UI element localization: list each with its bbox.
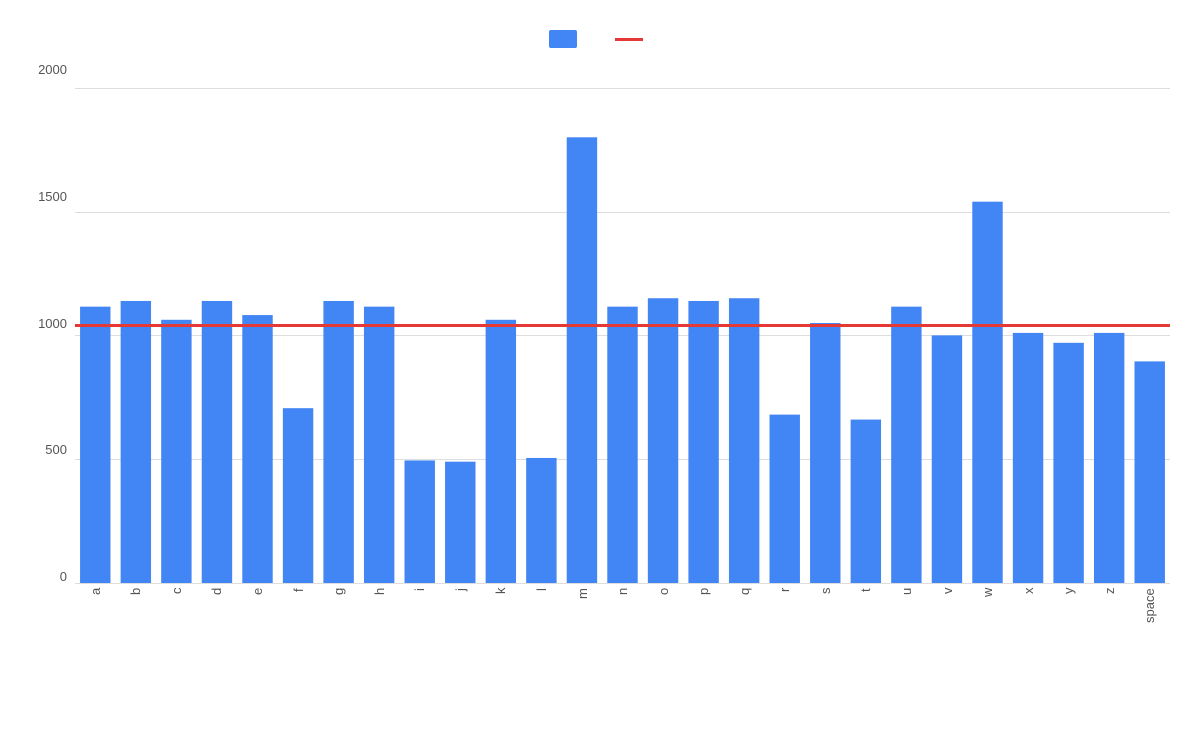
x-axis-label: o xyxy=(656,588,671,623)
x-label-container: a xyxy=(75,583,116,623)
bar-rect xyxy=(770,415,800,583)
bar-rect xyxy=(891,307,921,583)
y-axis-label: 1000 xyxy=(38,317,67,330)
bar-rect xyxy=(688,301,718,583)
x-axis-label: l xyxy=(534,588,549,623)
bar-rect xyxy=(283,408,313,583)
x-axis-label: m xyxy=(575,588,590,623)
y-axis-label: 500 xyxy=(45,443,67,456)
x-axis-label: q xyxy=(737,588,752,623)
y-axis-label: 1500 xyxy=(38,190,67,203)
legend-line-item xyxy=(615,38,651,41)
bar-rect xyxy=(202,301,232,583)
x-label-container: n xyxy=(602,583,643,623)
x-axis-label: x xyxy=(1021,588,1036,623)
x-label-container: o xyxy=(643,583,684,623)
legend-line-icon xyxy=(615,38,643,41)
bar-rect xyxy=(526,458,556,583)
x-axis-label: d xyxy=(209,588,224,623)
bar-rect xyxy=(121,301,151,583)
x-axis: abcdefghijklmnopqrstuvwxyz space xyxy=(75,583,1170,623)
legend xyxy=(20,30,1180,48)
x-label-container: j xyxy=(440,583,481,623)
x-axis-label: b xyxy=(128,588,143,623)
x-label-container: s xyxy=(805,583,846,623)
x-axis-label: r xyxy=(777,588,792,623)
x-label-container: y xyxy=(1049,583,1090,623)
legend-bar-icon xyxy=(549,30,577,48)
x-axis-label: s xyxy=(818,588,833,623)
y-axis: 0 500 1000 1500 2000 xyxy=(20,63,75,583)
y-axis-label: 2000 xyxy=(38,63,67,76)
x-label-container: p xyxy=(683,583,724,623)
x-axis-label: u xyxy=(899,588,914,623)
x-axis-label: e xyxy=(250,588,265,623)
x-axis-label: space xyxy=(1142,588,1157,623)
x-label-container: g xyxy=(318,583,359,623)
x-axis-label: v xyxy=(940,588,955,623)
x-label-container: d xyxy=(197,583,238,623)
bar-rect xyxy=(729,298,759,583)
chart-container: 0 500 1000 1500 2000 abcdefghijklmnopqrstuvw… xyxy=(0,0,1200,742)
x-label-container: w xyxy=(967,583,1008,623)
x-label-container: u xyxy=(886,583,927,623)
bar-rect xyxy=(851,420,881,583)
bar-rect xyxy=(1135,361,1165,583)
x-axis-label: c xyxy=(169,588,184,623)
x-label-container: v xyxy=(927,583,968,623)
bar-rect xyxy=(1053,343,1083,583)
bar-rect xyxy=(607,307,637,583)
x-axis-label: h xyxy=(372,588,387,623)
x-label-container: m xyxy=(562,583,603,623)
bar-rect xyxy=(323,301,353,583)
x-axis-label: p xyxy=(696,588,711,623)
bar-rect xyxy=(648,298,678,583)
x-label-container: z xyxy=(1089,583,1130,623)
bar-rect xyxy=(80,307,110,583)
x-label-container: h xyxy=(359,583,400,623)
x-label-container: space xyxy=(1130,583,1171,623)
bars-chart xyxy=(75,63,1170,583)
bar-rect xyxy=(242,315,272,583)
chart-area: 0 500 1000 1500 2000 abcdefghijklmnopqrstuvw… xyxy=(20,63,1180,623)
x-axis-label: k xyxy=(493,588,508,623)
x-axis-label: g xyxy=(331,588,346,623)
x-label-container: e xyxy=(237,583,278,623)
bar-rect xyxy=(161,320,191,583)
bar-rect xyxy=(486,320,516,583)
x-label-container: c xyxy=(156,583,197,623)
plot-area xyxy=(75,63,1170,583)
legend-bar-item xyxy=(549,30,585,48)
x-label-container: l xyxy=(521,583,562,623)
bar-rect xyxy=(972,202,1002,583)
x-axis-label: n xyxy=(615,588,630,623)
x-label-container: f xyxy=(278,583,319,623)
bar-rect xyxy=(932,335,962,583)
x-label-container: k xyxy=(481,583,522,623)
x-axis-label: t xyxy=(858,588,873,623)
x-label-container: q xyxy=(724,583,765,623)
bar-rect xyxy=(405,460,435,583)
x-axis-label: y xyxy=(1061,588,1076,623)
y-axis-label: 0 xyxy=(60,570,67,583)
x-axis-label: w xyxy=(980,588,995,623)
bar-rect xyxy=(364,307,394,583)
x-label-container: r xyxy=(765,583,806,623)
x-label-container: x xyxy=(1008,583,1049,623)
x-label-container: i xyxy=(400,583,441,623)
bar-rect xyxy=(1013,333,1043,583)
x-axis-label: a xyxy=(88,588,103,623)
x-label-container: t xyxy=(846,583,887,623)
bar-rect xyxy=(810,323,840,583)
bar-rect xyxy=(1094,333,1124,583)
x-axis-label: j xyxy=(453,588,468,623)
x-axis-label: z xyxy=(1102,588,1117,623)
x-label-container: b xyxy=(116,583,157,623)
x-axis-label: f xyxy=(291,588,306,623)
bar-rect xyxy=(445,462,475,583)
bar-rect xyxy=(567,137,597,583)
x-axis-label: i xyxy=(412,588,427,623)
